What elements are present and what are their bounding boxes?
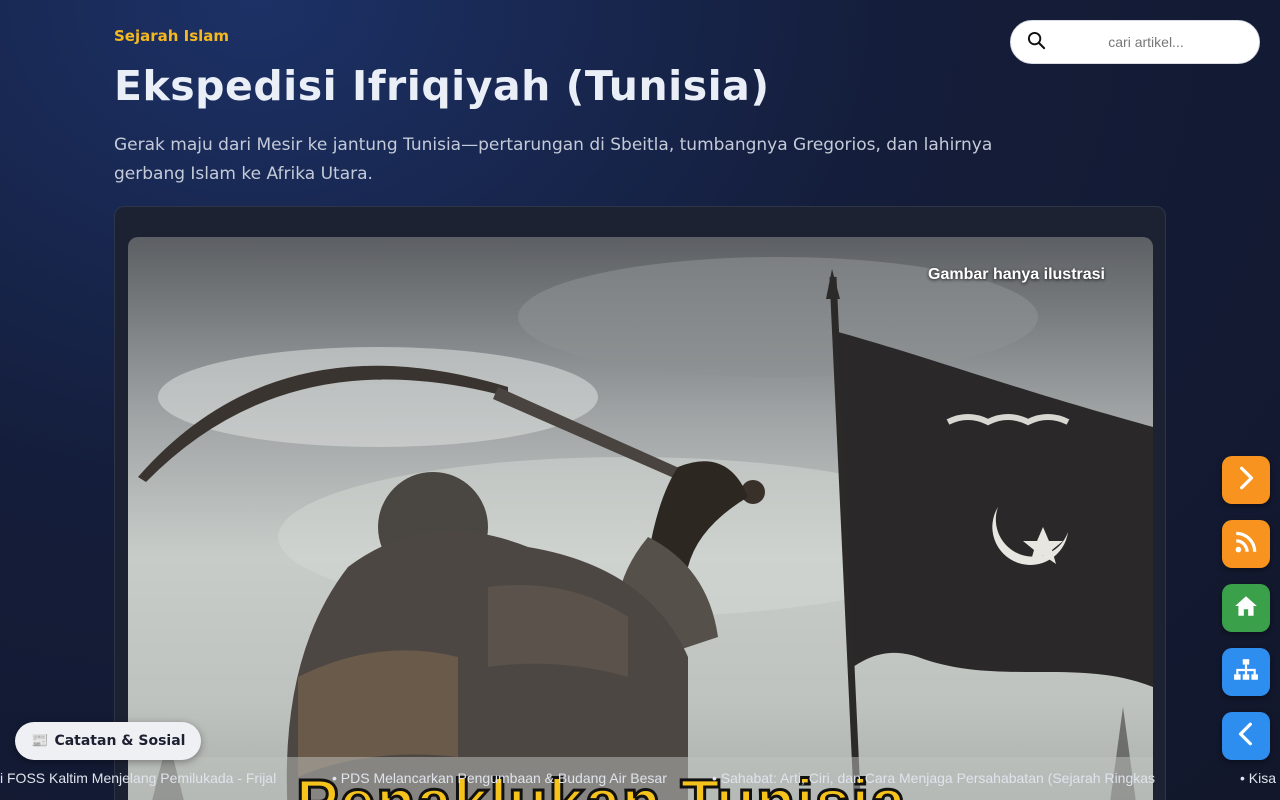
page-subtitle: Gerak maju dari Mesir ke jantung Tunisia… xyxy=(114,135,993,184)
page-title: Ekspedisi Ifriqiyah (Tunisia) xyxy=(114,62,770,110)
rss-button[interactable] xyxy=(1222,520,1270,568)
ticker-item[interactable]: i FOSS Kaltim Menjelang Pemilukada - Fri… xyxy=(0,770,276,786)
home-button[interactable] xyxy=(1222,584,1270,632)
search-box[interactable] xyxy=(1010,20,1260,64)
ticker-item[interactable]: • Sahabat: Arti, Ciri, dan Cara Menjaga … xyxy=(712,770,1155,786)
news-ticker: i FOSS Kaltim Menjelang Pemilukada - Fri… xyxy=(0,766,1280,792)
notes-social-label: Catatan & Sosial xyxy=(54,733,186,749)
notes-social-button[interactable]: 📰 Catatan & Sosial xyxy=(15,722,202,760)
home-icon xyxy=(1233,593,1259,623)
next-button[interactable] xyxy=(1222,456,1270,504)
ticker-item[interactable]: • Kisa xyxy=(1240,770,1276,786)
category-label: Sejarah Islam xyxy=(114,27,230,45)
sitemap-button[interactable] xyxy=(1222,648,1270,696)
illustration-caption: Gambar hanya ilustrasi xyxy=(928,266,1105,283)
search-icon xyxy=(1027,31,1046,54)
newspaper-icon: 📰 xyxy=(31,733,49,749)
warrior-illustration xyxy=(128,257,1153,800)
sitemap-icon xyxy=(1233,657,1259,687)
back-button[interactable] xyxy=(1222,712,1270,760)
chevron-left-icon xyxy=(1233,721,1259,751)
rss-icon xyxy=(1233,529,1259,559)
search-input[interactable] xyxy=(1056,34,1236,50)
chevron-right-icon xyxy=(1233,465,1259,495)
hero-image: Gambar hanya ilustrasi Penaklukan Tunisi… xyxy=(128,237,1153,800)
ticker-item[interactable]: • PDS Melancarkan Pengumbaan & Budang Ai… xyxy=(332,770,667,786)
